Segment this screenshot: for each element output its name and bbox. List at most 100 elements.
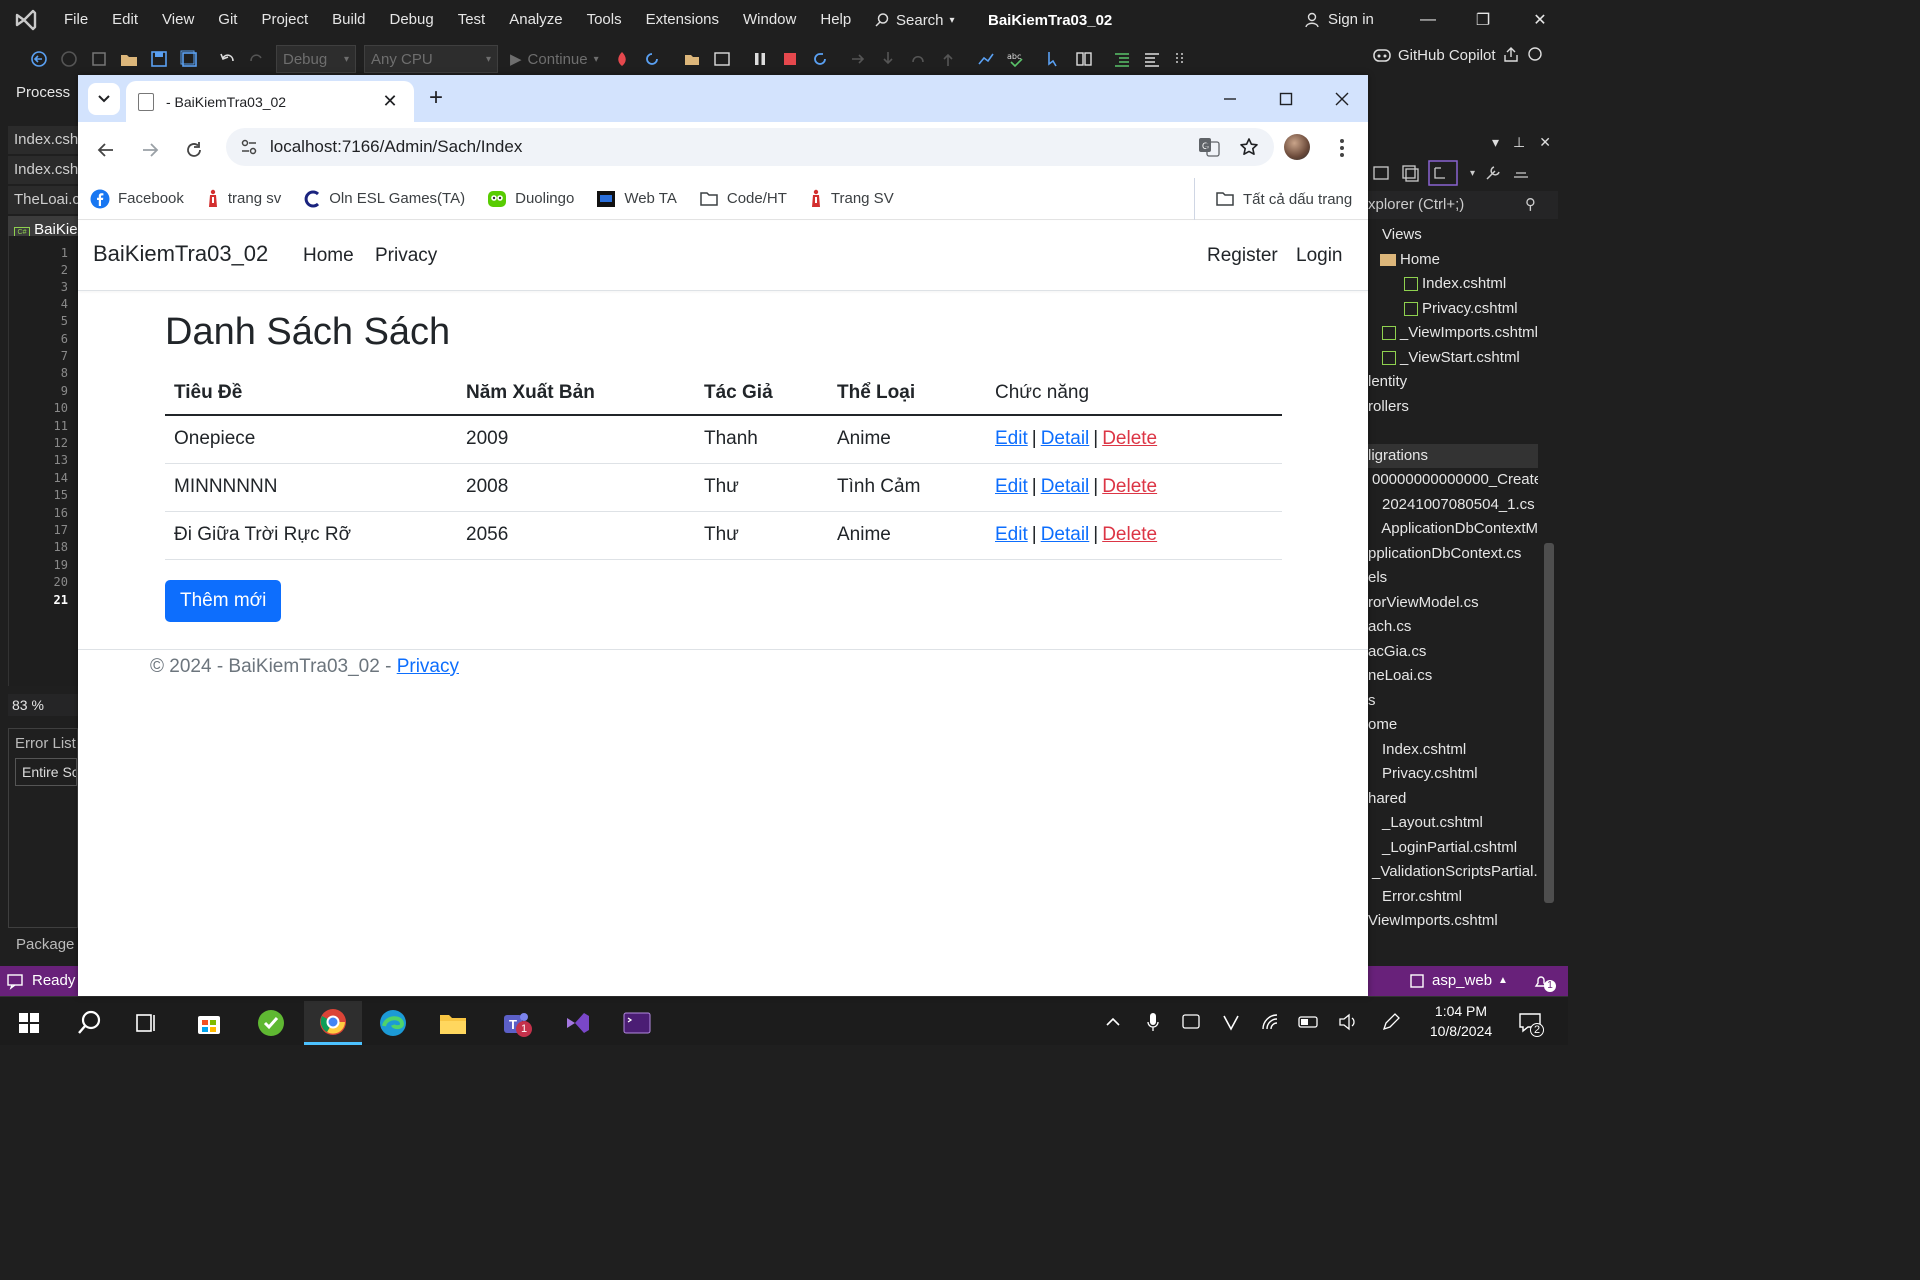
- step-over-icon[interactable]: [845, 46, 871, 72]
- volume-tray-icon[interactable]: [1336, 997, 1362, 1046]
- show-all-files-icon[interactable]: [1400, 163, 1420, 183]
- tree-item-viewstart[interactable]: _ViewStart.cshtml: [1368, 346, 1538, 371]
- profile-avatar[interactable]: [1284, 134, 1310, 160]
- menu-tools[interactable]: Tools: [575, 0, 634, 40]
- close-icon[interactable]: ✕: [1539, 134, 1551, 151]
- step-back-icon[interactable]: [905, 46, 931, 72]
- tree-item-models[interactable]: els: [1368, 566, 1538, 591]
- save-all-icon[interactable]: [176, 46, 202, 72]
- columns-icon[interactable]: [1071, 46, 1097, 72]
- tree-item-viewimports-2[interactable]: ViewImports.cshtml: [1368, 909, 1538, 934]
- tree-item-theloai[interactable]: neLoai.cs: [1368, 664, 1538, 689]
- translate-icon[interactable]: G: [1194, 132, 1224, 162]
- spell-check-icon[interactable]: abc: [1003, 46, 1029, 72]
- wrench-icon[interactable]: [1483, 163, 1503, 183]
- step-into-icon[interactable]: [875, 46, 901, 72]
- chrome-minimize-button[interactable]: [1202, 75, 1258, 122]
- hot-reload-icon[interactable]: [609, 46, 635, 72]
- detail-link[interactable]: Detail: [1041, 428, 1090, 449]
- nav-privacy-link[interactable]: Privacy: [375, 245, 437, 267]
- solution-explorer-scrollbar[interactable]: [1540, 223, 1558, 943]
- tree-item-errorviewmodel[interactable]: rorViewModel.cs: [1368, 591, 1538, 616]
- menu-extensions[interactable]: Extensions: [634, 0, 731, 40]
- tree-item-migrations[interactable]: ligrations: [1368, 443, 1538, 468]
- vs-sign-in-button[interactable]: Sign in: [1304, 0, 1374, 40]
- indent-icon[interactable]: [1109, 46, 1135, 72]
- menu-window[interactable]: Window: [731, 0, 808, 40]
- close-tab-icon[interactable]: ✕: [380, 91, 400, 112]
- restart-debug-icon[interactable]: [807, 46, 833, 72]
- start-button[interactable]: [0, 1001, 58, 1045]
- all-bookmarks-button[interactable]: Tất cả dấu trang: [1194, 178, 1352, 220]
- tree-item-migration-1[interactable]: 20241007080504_1.cs: [1368, 493, 1538, 518]
- preview-icon[interactable]: [1511, 163, 1531, 183]
- undo-icon[interactable]: [214, 46, 240, 72]
- code-editor[interactable]: 1 2 3 4 5 6 7 8 9 10 11 12 13 14 15 16 1…: [8, 236, 78, 686]
- tree-item-sach[interactable]: ach.cs: [1368, 615, 1538, 640]
- network-tray-icon[interactable]: [1258, 997, 1284, 1046]
- vs-search-button[interactable]: Search ▾: [866, 6, 963, 34]
- detail-link[interactable]: Detail: [1041, 524, 1090, 545]
- vs-close-button[interactable]: ✕: [1512, 0, 1568, 40]
- menu-build[interactable]: Build: [320, 0, 377, 40]
- taskbar-clock[interactable]: 1:04 PM 10/8/2024: [1414, 1001, 1508, 1041]
- footer-privacy-link[interactable]: Privacy: [397, 656, 459, 677]
- menu-help[interactable]: Help: [808, 0, 863, 40]
- doc-tab-theloai[interactable]: TheLoai.cs: [8, 186, 78, 214]
- tree-item-privacy-cshtml[interactable]: Privacy.cshtml: [1368, 297, 1538, 322]
- tree-item-controllers[interactable]: rollers: [1368, 395, 1538, 420]
- diagnostics-icon[interactable]: [973, 46, 999, 72]
- nav-login-link[interactable]: Login: [1296, 245, 1343, 267]
- tree-item-dbcontext[interactable]: pplicationDbContext.cs: [1368, 542, 1538, 567]
- new-project-icon[interactable]: [86, 46, 112, 72]
- sync-view-icon[interactable]: [1428, 160, 1462, 186]
- git-branch-button[interactable]: asp_web ▲: [1408, 966, 1508, 996]
- detail-link[interactable]: Detail: [1041, 476, 1090, 497]
- taskbar-search-button[interactable]: [60, 1001, 118, 1045]
- bookmark-esl-games[interactable]: Oln ESL Games(TA): [303, 189, 465, 209]
- tree-item-shared[interactable]: hared: [1368, 787, 1538, 812]
- open-folder-icon[interactable]: [116, 46, 142, 72]
- site-brand-link[interactable]: BaiKiemTra03_02: [93, 241, 268, 267]
- menu-test[interactable]: Test: [446, 0, 498, 40]
- terminal-taskbar-button[interactable]: [608, 1001, 666, 1045]
- comment-icon[interactable]: [1169, 46, 1195, 72]
- menu-file[interactable]: File: [52, 0, 100, 40]
- notification-center-button[interactable]: 2: [1512, 997, 1548, 1046]
- microsoft-store-button[interactable]: [180, 1001, 238, 1045]
- edit-link[interactable]: Edit: [995, 524, 1028, 545]
- nav-register-link[interactable]: Register: [1207, 245, 1278, 267]
- collapse-all-icon[interactable]: [1372, 163, 1392, 183]
- chrome-maximize-button[interactable]: [1258, 75, 1314, 122]
- tree-item-validationscripts[interactable]: _ValidationScriptsPartial.c: [1368, 860, 1538, 885]
- delete-link[interactable]: Delete: [1102, 476, 1157, 497]
- menu-view[interactable]: View: [150, 0, 206, 40]
- bookmark-duolingo[interactable]: Duolingo: [487, 189, 574, 209]
- chevron-down-icon[interactable]: ▾: [1492, 134, 1499, 151]
- visual-studio-taskbar-button[interactable]: [548, 1001, 606, 1045]
- chrome-close-button[interactable]: [1314, 75, 1370, 122]
- outdent-icon[interactable]: [1139, 46, 1165, 72]
- vs-minimize-button[interactable]: —: [1400, 0, 1456, 40]
- zoom-level[interactable]: 83 %: [8, 694, 78, 716]
- pen-tray-icon[interactable]: [1378, 997, 1404, 1046]
- chevron-down-icon[interactable]: ▾: [1470, 168, 1475, 179]
- forward-button[interactable]: [134, 134, 166, 166]
- tree-item-loginpartial[interactable]: _LoginPartial.cshtml: [1368, 836, 1538, 861]
- feedback-icon[interactable]: [1526, 46, 1544, 64]
- pause-icon[interactable]: [747, 46, 773, 72]
- tree-item-views-2[interactable]: s: [1368, 689, 1538, 714]
- show-hidden-icons-button[interactable]: [1100, 997, 1126, 1046]
- delete-link[interactable]: Delete: [1102, 428, 1157, 449]
- tree-item-viewimports[interactable]: _ViewImports.cshtml: [1368, 321, 1538, 346]
- nav-home-link[interactable]: Home: [303, 245, 354, 267]
- bookmark-folder-code-ht[interactable]: Code/HT: [699, 190, 787, 208]
- vpn-tray-icon[interactable]: [1218, 997, 1244, 1046]
- menu-debug[interactable]: Debug: [378, 0, 446, 40]
- teams-taskbar-button[interactable]: T 1: [486, 1001, 544, 1045]
- bookmark-web-ta[interactable]: Web TA: [596, 190, 677, 208]
- tab-search-button[interactable]: [88, 83, 120, 115]
- menu-analyze[interactable]: Analyze: [497, 0, 574, 40]
- window-layout-icon[interactable]: [709, 46, 735, 72]
- step-out-icon[interactable]: [935, 46, 961, 72]
